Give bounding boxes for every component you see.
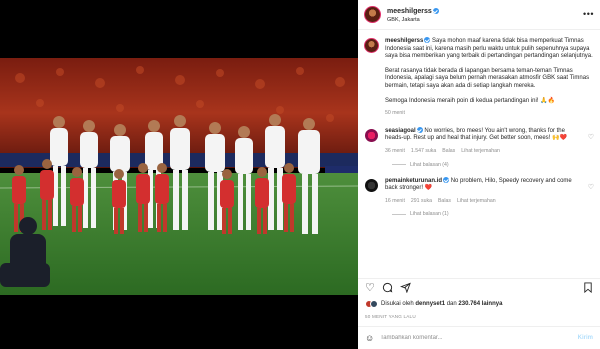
more-options-icon[interactable]: ••• <box>583 10 594 19</box>
view-replies-label: Lihat balasan (1) <box>410 211 449 218</box>
post-timestamp[interactable]: 50 MENIT YANG LALU <box>365 314 416 319</box>
comment-likes[interactable]: 1.547 suka <box>411 148 436 156</box>
post-photo[interactable] <box>0 0 358 349</box>
caption-time[interactable]: 50 menit <box>385 110 405 118</box>
commenter-username[interactable]: pemainketurunan.id <box>385 178 442 184</box>
comment-time[interactable]: 36 menit <box>385 148 405 156</box>
comment-time[interactable]: 16 menit <box>385 198 405 206</box>
caption: meeshilgerss Saya mohon maaf karena tida… <box>364 37 594 118</box>
commenter-avatar[interactable] <box>364 177 379 193</box>
post-location[interactable]: GBK, Jakarta <box>387 16 439 25</box>
comment-input[interactable] <box>380 335 578 341</box>
comment-icon[interactable] <box>382 282 393 296</box>
caption-username[interactable]: meeshilgerss <box>385 38 423 44</box>
comment-likes[interactable]: 291 suka <box>411 198 432 206</box>
likes-count[interactable]: 230.764 lainnya <box>458 301 502 307</box>
likes-summary[interactable]: Disukai oleh dennyset1 dan 230.764 lainn… <box>365 300 502 308</box>
team-photo-image <box>0 58 358 295</box>
view-replies-label: Lihat balasan (4) <box>410 161 449 168</box>
heart-icon[interactable]: ♡ <box>365 283 375 294</box>
post-comment-button[interactable]: Kirim <box>578 335 593 341</box>
commenter-avatar[interactable] <box>364 127 379 143</box>
comments-list[interactable]: meeshilgerss Saya mohon maaf karena tida… <box>358 30 600 275</box>
liker-avatar <box>370 300 378 308</box>
replies-divider <box>392 164 406 166</box>
comment-like-heart-icon[interactable]: ♡ <box>588 133 594 141</box>
view-replies-button[interactable]: Lihat balasan (1) <box>392 211 594 217</box>
see-translation-button[interactable]: Lihat terjemahan <box>457 198 496 206</box>
verified-badge-icon <box>416 126 423 133</box>
reply-button[interactable]: Balas <box>442 148 455 156</box>
verified-badge-icon <box>424 37 431 43</box>
likes-prefix: Disukai oleh <box>381 301 414 307</box>
post-actions-bar: ♡ <box>358 278 600 298</box>
post-header: meeshilgerss GBK, Jakarta ••• <box>358 0 600 30</box>
likes-middle: dan <box>446 301 457 307</box>
replies-divider <box>392 213 406 215</box>
verified-badge-icon <box>443 176 450 183</box>
send-icon[interactable] <box>399 282 411 296</box>
comment-like-heart-icon[interactable]: ♡ <box>588 183 594 191</box>
comment-item: seasiagoal No worries, bro mees! You ain… <box>364 126 594 168</box>
caption-text-p2: Berat rasanya tidak berada di lapangan b… <box>385 67 590 89</box>
reply-button[interactable]: Balas <box>438 198 451 206</box>
post-detail-panel: meeshilgerss GBK, Jakarta ••• meeshilger… <box>358 0 600 349</box>
liker-username[interactable]: dennyset1 <box>415 301 445 307</box>
verified-badge-icon <box>432 8 439 14</box>
author-username[interactable]: meeshilgerss <box>387 8 432 15</box>
comment-item: pemainketurunan.id No problem, Hilo, Spe… <box>364 176 594 217</box>
author-avatar[interactable] <box>364 6 381 23</box>
bookmark-icon[interactable] <box>583 281 593 296</box>
add-comment-bar: ☺ Kirim <box>358 326 600 349</box>
emoji-icon[interactable]: ☺ <box>365 333 374 343</box>
view-replies-button[interactable]: Lihat balasan (4) <box>392 162 594 168</box>
caption-text-p3: Semoga Indonesia meraih poin di kedua pe… <box>385 97 556 104</box>
see-translation-button[interactable]: Lihat terjemahan <box>461 148 500 156</box>
commenter-username[interactable]: seasiagoal <box>385 128 416 134</box>
caption-avatar[interactable] <box>364 38 379 53</box>
